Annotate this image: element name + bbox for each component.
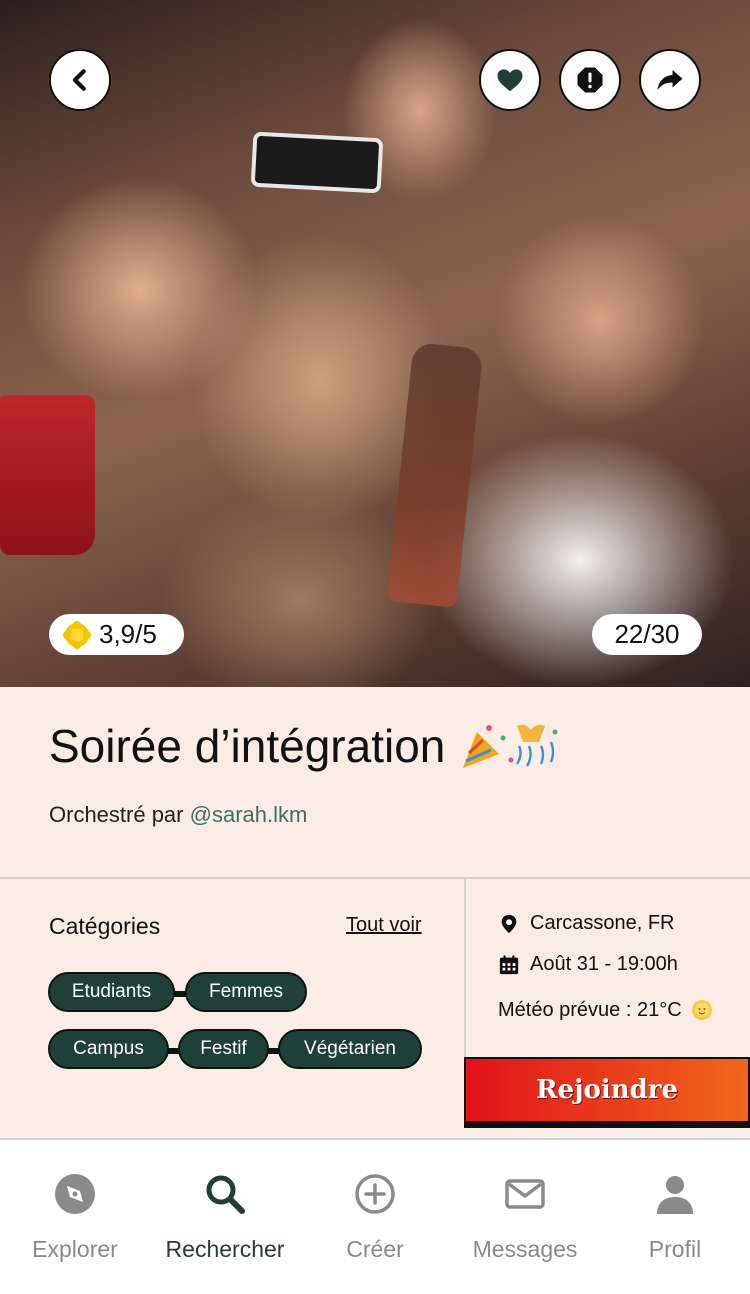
share-button[interactable] [639, 49, 701, 111]
nav-label-explorer: Explorer [32, 1236, 118, 1262]
nav-label-rechercher: Rechercher [165, 1236, 285, 1262]
tag-vegetarien[interactable]: Végétarien [278, 1029, 422, 1069]
organizer-handle-link[interactable]: @sarah.lkm [190, 802, 308, 827]
categories-heading: Catégories [49, 913, 161, 939]
bottle-in-photo [386, 342, 484, 608]
sun-flower-icon [63, 620, 91, 649]
event-cover-image: 3,9/5 22/30 [0, 0, 750, 687]
compass-icon [55, 1174, 95, 1214]
plus-circle-icon [355, 1174, 395, 1214]
attendance-count: 22/30 [614, 619, 680, 649]
event-datetime: Août 31 - 19:00h [498, 953, 678, 976]
weather-text: Météo prévue : 21°C [498, 998, 682, 1021]
nav-item-rechercher[interactable]: Rechercher [150, 1140, 300, 1294]
tag-femmes[interactable]: Femmes [185, 972, 307, 1012]
heart-icon [497, 69, 523, 92]
organizer-line: Orchestré par @sarah.lkm [49, 802, 307, 828]
map-pin-icon [501, 914, 517, 933]
mail-icon [505, 1179, 545, 1209]
event-details-panel: Soirée d’intégration Orchestré par @sara… [0, 687, 750, 1137]
nav-item-creer[interactable]: Créer [300, 1140, 450, 1294]
datetime-text: Août 31 - 19:00h [530, 953, 678, 975]
nav-label-profil: Profil [648, 1236, 702, 1262]
event-title: Soirée d’intégration [49, 719, 559, 773]
attendance-badge: 22/30 [592, 614, 702, 655]
nav-label-creer: Créer [346, 1236, 404, 1262]
search-icon [206, 1175, 245, 1214]
nav-label-messages: Messages [472, 1236, 578, 1262]
report-button[interactable] [559, 49, 621, 111]
phone-in-photo [250, 131, 384, 194]
join-button[interactable]: Rejoindre [464, 1057, 750, 1128]
event-location: Carcassone, FR [498, 912, 675, 935]
rating-badge: 3,9/5 [49, 614, 184, 655]
bottom-navigation: Explorer Rechercher Créer Messages Profi… [0, 1138, 750, 1294]
rating-value: 3,9/5 [99, 619, 157, 649]
tag-campus[interactable]: Campus [48, 1029, 169, 1069]
favorite-button[interactable] [479, 49, 541, 111]
nav-item-messages[interactable]: Messages [450, 1140, 600, 1294]
divider-top [0, 877, 750, 879]
tag-etudiants[interactable]: Etudiants [48, 972, 175, 1012]
see-all-link[interactable]: Tout voir [346, 914, 422, 937]
calendar-icon [499, 954, 519, 974]
tag-festif[interactable]: Festif [178, 1029, 269, 1069]
user-icon [657, 1176, 693, 1214]
location-text: Carcassone, FR [530, 912, 675, 934]
red-cup-in-photo [0, 395, 95, 555]
event-title-text: Soirée d’intégration [49, 720, 446, 772]
organizer-prefix: Orchestré par [49, 802, 184, 827]
nav-item-explorer[interactable]: Explorer [0, 1140, 150, 1294]
event-weather: Météo prévue : 21°C [498, 998, 724, 1022]
back-button[interactable] [49, 49, 111, 111]
party-popper-icon [463, 724, 558, 768]
alert-octagon-icon [577, 67, 603, 93]
share-arrow-icon [657, 70, 683, 90]
chevron-left-icon [72, 69, 86, 91]
nav-item-profil[interactable]: Profil [600, 1140, 750, 1294]
sun-face-icon [691, 1000, 712, 1020]
